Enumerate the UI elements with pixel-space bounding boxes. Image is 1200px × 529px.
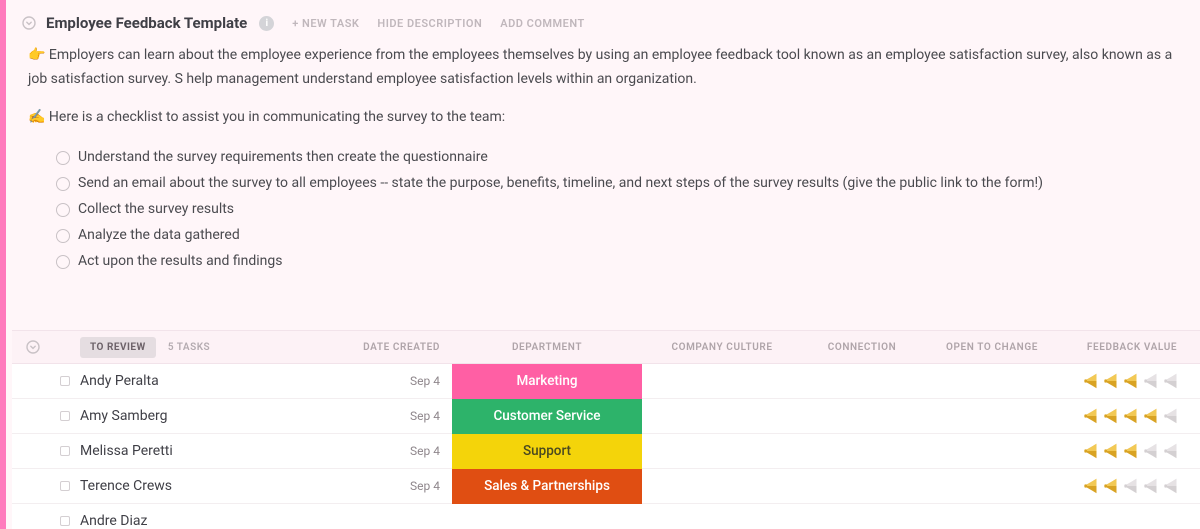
date-created-cell: Sep 4 <box>352 374 452 388</box>
feedback-value-cell[interactable] <box>1062 442 1200 460</box>
date-created-cell: Sep 4 <box>352 479 452 493</box>
department-tag[interactable]: Customer Service <box>452 399 642 434</box>
task-status-icon[interactable] <box>60 516 70 526</box>
table-row[interactable]: Amy Samberg Sep 4Customer Service <box>12 399 1200 434</box>
add-comment-button[interactable]: ADD COMMENT <box>500 17 585 30</box>
col-header-dept[interactable]: DEPARTMENT <box>452 342 642 353</box>
table-row[interactable]: Terence Crews Sep 4Sales & Partnerships <box>12 469 1200 504</box>
checklist-item-label: Collect the survey results <box>78 197 234 223</box>
megaphone-icon <box>1123 442 1141 460</box>
megaphone-icon <box>1143 442 1161 460</box>
megaphone-icon <box>1083 442 1101 460</box>
checklist-emoji-icon: ✍️ <box>28 109 45 125</box>
checkbox-icon[interactable] <box>56 177 70 191</box>
task-status-icon[interactable] <box>60 376 70 386</box>
feedback-value-cell[interactable] <box>1062 477 1200 495</box>
megaphone-icon <box>1163 372 1181 390</box>
megaphone-icon <box>1123 407 1141 425</box>
checklist-item[interactable]: Understand the survey requirements then … <box>56 145 1178 171</box>
collapse-toggle-icon[interactable] <box>22 16 36 30</box>
col-header-change[interactable]: OPEN TO CHANGE <box>922 342 1062 353</box>
task-status-icon[interactable] <box>60 411 70 421</box>
megaphone-icon <box>1163 407 1181 425</box>
description-block: 👉 Employers can learn about the employee… <box>6 40 1200 275</box>
intro-text: Employers can learn about the employee e… <box>28 47 1172 87</box>
task-status-icon[interactable] <box>60 446 70 456</box>
checkbox-icon[interactable] <box>56 229 70 243</box>
megaphone-icon <box>1103 372 1121 390</box>
col-header-culture[interactable]: COMPANY CULTURE <box>642 342 802 353</box>
megaphone-icon <box>1123 372 1141 390</box>
megaphone-icon <box>1143 372 1161 390</box>
megaphone-icon <box>1083 372 1101 390</box>
col-header-connection[interactable]: CONNECTION <box>802 342 922 353</box>
task-name: Amy Samberg <box>80 408 167 424</box>
checkbox-icon[interactable] <box>56 255 70 269</box>
megaphone-icon <box>1163 442 1181 460</box>
status-collapse-icon[interactable] <box>26 340 40 354</box>
task-name: Andy Peralta <box>80 373 159 389</box>
task-table: TO REVIEW 5 TASKS DATE CREATED DEPARTMEN… <box>12 330 1200 529</box>
megaphone-icon <box>1163 477 1181 495</box>
checkbox-icon[interactable] <box>56 203 70 217</box>
department-tag[interactable]: Sales & Partnerships <box>452 469 642 504</box>
megaphone-icon <box>1083 407 1101 425</box>
hide-description-button[interactable]: HIDE DESCRIPTION <box>377 17 482 30</box>
checkbox-icon[interactable] <box>56 151 70 165</box>
megaphone-icon <box>1143 477 1161 495</box>
megaphone-icon <box>1103 407 1121 425</box>
checklist-item-label: Act upon the results and findings <box>78 249 282 275</box>
megaphone-icon <box>1103 442 1121 460</box>
task-status-icon[interactable] <box>60 481 70 491</box>
department-tag[interactable]: Marketing <box>452 364 642 399</box>
table-row[interactable]: Melissa Peretti Sep 4Support <box>12 434 1200 469</box>
col-header-feedback-value[interactable]: FEEDBACK VALUE <box>1062 342 1200 353</box>
megaphone-icon <box>1123 477 1141 495</box>
checklist-item[interactable]: Analyze the data gathered <box>56 223 1178 249</box>
task-name: Andre Diaz <box>80 513 147 529</box>
checklist: Understand the survey requirements then … <box>28 143 1178 274</box>
feedback-value-cell[interactable] <box>1062 407 1200 425</box>
table-row[interactable]: Andy Peralta Sep 4Marketing <box>12 364 1200 399</box>
task-name: Melissa Peretti <box>80 443 173 459</box>
checklist-intro-text: Here is a checklist to assist you in com… <box>49 109 505 125</box>
new-task-button[interactable]: + NEW TASK <box>292 17 359 30</box>
checklist-item-label: Send an email about the survey to all em… <box>78 171 1043 197</box>
megaphone-icon <box>1143 407 1161 425</box>
status-pill[interactable]: TO REVIEW <box>80 337 156 358</box>
date-created-cell: Sep 4 <box>352 409 452 423</box>
task-count: 5 TASKS <box>168 342 210 353</box>
feedback-value-cell[interactable] <box>1062 372 1200 390</box>
info-icon[interactable]: i <box>259 16 274 31</box>
table-header: TO REVIEW 5 TASKS DATE CREATED DEPARTMEN… <box>12 330 1200 364</box>
checklist-item-label: Understand the survey requirements then … <box>78 145 488 171</box>
table-row[interactable]: Andre Diaz <box>12 504 1200 529</box>
megaphone-icon <box>1083 477 1101 495</box>
page-title: Employee Feedback Template <box>46 14 247 32</box>
checklist-item[interactable]: Act upon the results and findings <box>56 249 1178 275</box>
task-name: Terence Crews <box>80 478 172 494</box>
intro-emoji-icon: 👉 <box>28 47 45 63</box>
col-header-date[interactable]: DATE CREATED <box>352 342 452 353</box>
megaphone-icon <box>1103 477 1121 495</box>
checklist-item[interactable]: Collect the survey results <box>56 197 1178 223</box>
checklist-item[interactable]: Send an email about the survey to all em… <box>56 171 1178 197</box>
checklist-item-label: Analyze the data gathered <box>78 223 240 249</box>
date-created-cell: Sep 4 <box>352 444 452 458</box>
department-tag[interactable]: Support <box>452 434 642 469</box>
